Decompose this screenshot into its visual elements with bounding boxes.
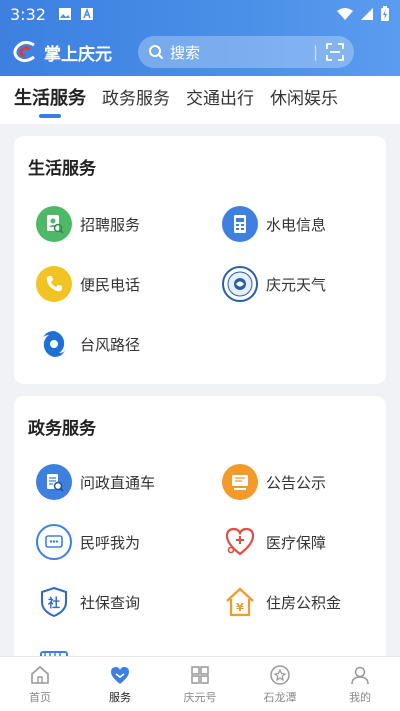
search-separator: | <box>312 43 318 61</box>
typhoon-icon <box>36 326 72 362</box>
service-label: 便民电话 <box>80 275 141 294</box>
bottom-nav: 首页 服务 庆元号 石龙潭 我的 <box>0 656 400 711</box>
tab-gov-services[interactable]: 政务服务 <box>102 76 170 124</box>
nav-label: 服务 <box>109 690 131 704</box>
nav-home[interactable]: 首页 <box>0 657 80 711</box>
app-bar: 掌上庆元 搜索 | <box>0 28 400 76</box>
announcement-icon <box>222 464 258 500</box>
tab-transport[interactable]: 交通出行 <box>186 76 254 124</box>
status-bar: 3:32 <box>0 0 400 28</box>
home-icon <box>31 665 49 684</box>
nav-label: 我的 <box>349 690 371 704</box>
logo-icon <box>13 41 35 63</box>
weather-icon <box>222 266 258 302</box>
svg-text:社: 社 <box>47 595 60 610</box>
app-logo[interactable]: 掌上庆元 <box>12 40 112 65</box>
service-label: 民呼我为 <box>80 533 141 552</box>
service-message[interactable]: 民呼我为 <box>36 522 140 562</box>
tab-leisure[interactable]: 休闲娱乐 <box>270 76 338 124</box>
service-housing-fund[interactable]: ¥ 住房公积金 <box>222 582 341 622</box>
service-label: 台风路径 <box>80 335 141 354</box>
grid-icon <box>191 665 209 684</box>
inquiry-icon <box>36 464 72 500</box>
profile-icon <box>351 666 369 684</box>
service-label: 住房公积金 <box>266 593 342 612</box>
font-icon <box>80 7 93 20</box>
service-weather[interactable]: 庆元天气 <box>222 264 326 304</box>
medical-icon <box>222 524 258 560</box>
wifi-icon <box>337 8 353 20</box>
service-label: 庆元天气 <box>266 275 327 294</box>
service-inquiry[interactable]: 问政直通车 <box>36 462 155 502</box>
nav-shilongtan[interactable]: 石龙潭 <box>240 657 320 711</box>
phone-icon <box>36 266 72 302</box>
nav-label: 庆元号 <box>183 690 217 704</box>
tab-life-services[interactable]: 生活服务 <box>14 76 86 124</box>
service-phone[interactable]: 便民电话 <box>36 264 140 304</box>
battery-icon <box>381 6 389 21</box>
app-title: 掌上庆元 <box>44 44 112 65</box>
nav-mine[interactable]: 我的 <box>320 657 400 711</box>
status-time: 3:32 <box>10 4 46 24</box>
service-recruitment[interactable]: 招聘服务 <box>36 204 140 244</box>
recruitment-icon <box>36 206 72 242</box>
service-typhoon[interactable]: 台风路径 <box>36 324 140 364</box>
utility-info-icon <box>222 206 258 242</box>
life-services-card: 生活服务 招聘服务 水电信息 便民电话 庆元天气 台风路径 <box>14 136 386 384</box>
social-security-icon: 社 <box>36 584 72 620</box>
service-utility-info[interactable]: 水电信息 <box>222 204 326 244</box>
service-label: 招聘服务 <box>80 215 141 234</box>
service-label: 医疗保障 <box>266 533 327 552</box>
partial-service-icon <box>36 648 72 656</box>
service-label: 社保查询 <box>80 593 141 612</box>
service-label: 公告公示 <box>266 473 327 492</box>
star-icon <box>270 664 290 685</box>
section-title: 政务服务 <box>28 419 96 439</box>
service-social-security[interactable]: 社 社保查询 <box>36 582 140 622</box>
svg-text:¥: ¥ <box>236 601 244 614</box>
nav-label: 首页 <box>29 690 51 704</box>
gov-services-card: 政务服务 问政直通车 公告公示 民呼我为 医疗保障 社 社保查询 ¥ 住房公积金 <box>14 396 386 656</box>
header: 3:32 掌上庆元 搜索 | <box>0 0 400 76</box>
gallery-icon <box>58 8 71 20</box>
category-tabs: 生活服务 政务服务 交通出行 休闲娱乐 <box>0 76 400 124</box>
service-announcement[interactable]: 公告公示 <box>222 462 326 502</box>
housing-fund-icon: ¥ <box>222 584 258 620</box>
signal-icon <box>361 8 373 20</box>
search-placeholder: 搜索 <box>170 43 201 62</box>
service-heart-icon <box>111 666 129 684</box>
service-label: 问政直通车 <box>80 473 156 492</box>
search-icon <box>149 45 164 60</box>
scan-icon[interactable] <box>326 43 344 61</box>
content-area: 生活服务 招聘服务 水电信息 便民电话 庆元天气 台风路径 政务服务 问政直通车… <box>0 124 400 656</box>
nav-label: 石龙潭 <box>263 690 297 704</box>
search-input[interactable]: 搜索 | <box>138 36 354 68</box>
nav-qingyuan-hao[interactable]: 庆元号 <box>160 657 240 711</box>
service-medical[interactable]: 医疗保障 <box>222 522 326 562</box>
nav-service[interactable]: 服务 <box>80 657 160 711</box>
message-icon <box>36 524 72 560</box>
service-label: 水电信息 <box>266 215 327 234</box>
section-title: 生活服务 <box>28 159 96 179</box>
